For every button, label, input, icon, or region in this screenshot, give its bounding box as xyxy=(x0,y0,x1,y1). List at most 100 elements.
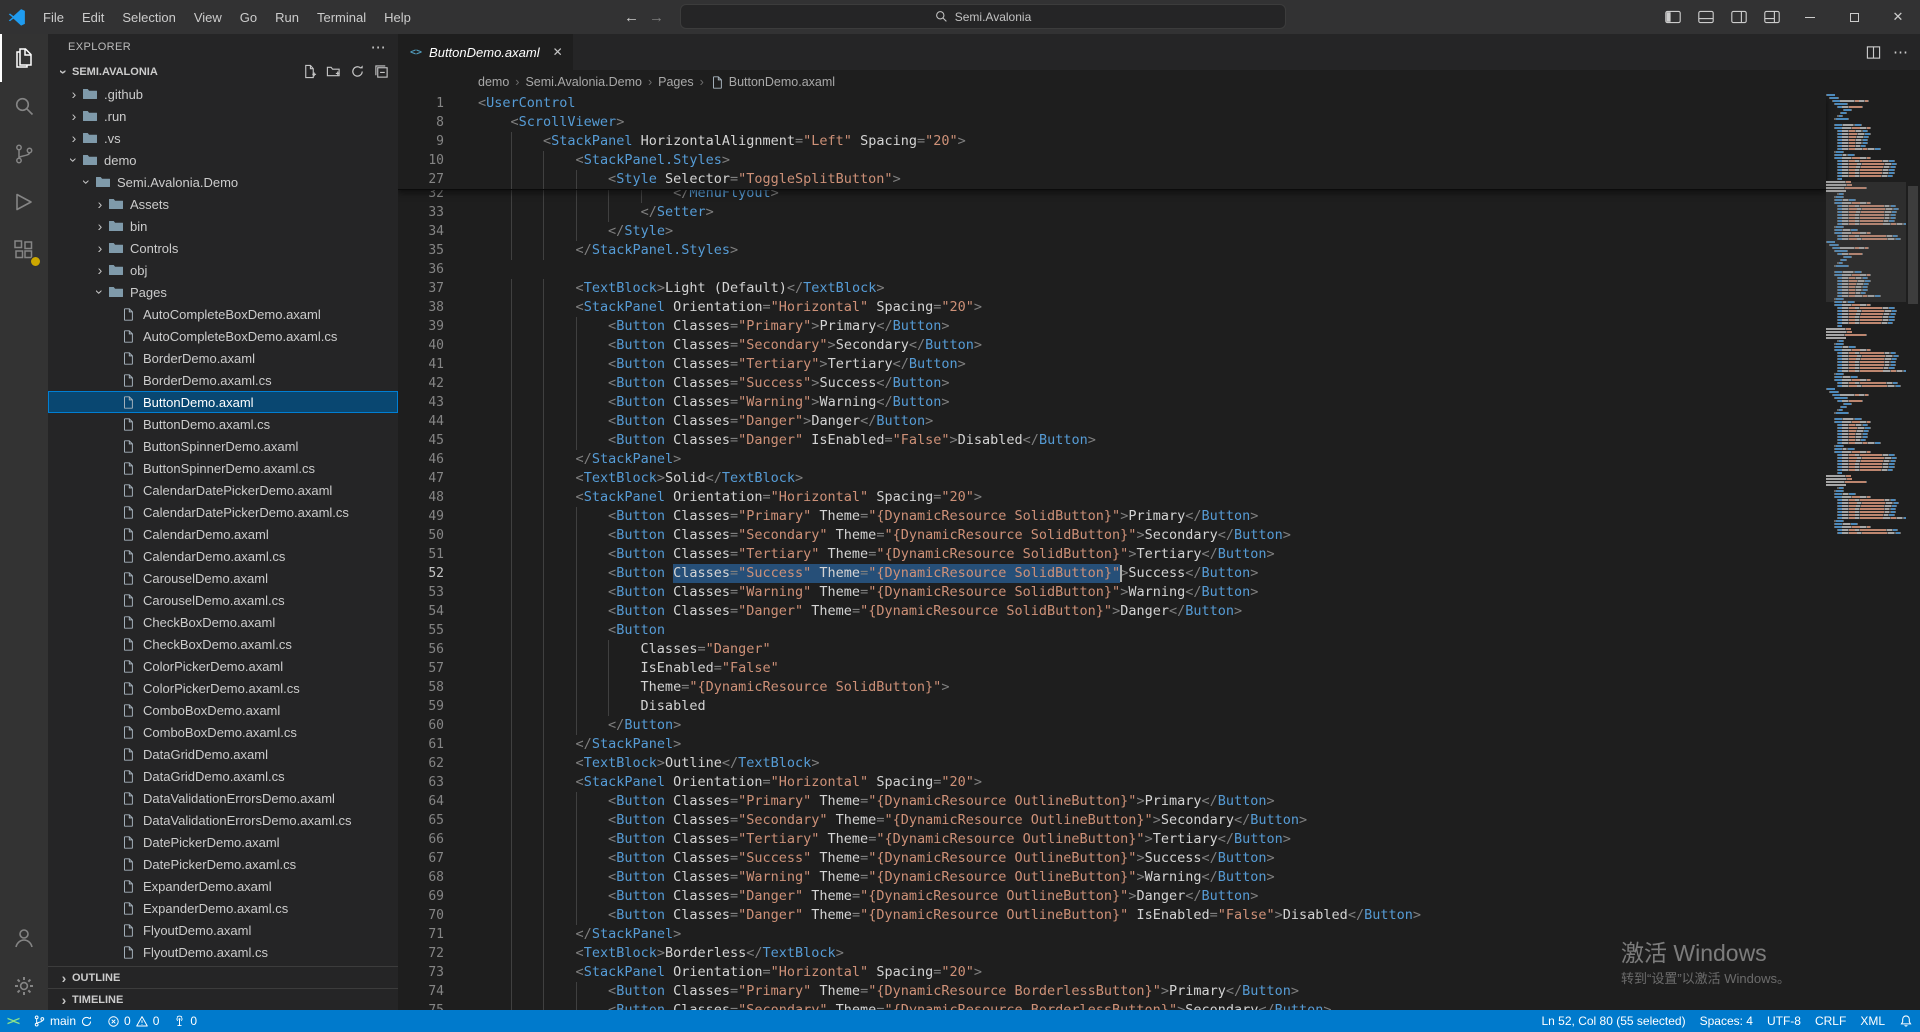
code-line-51[interactable]: 51 <Button Classes="Tertiary" Theme="{Dy… xyxy=(398,545,1826,564)
code-line-48[interactable]: 48 <StackPanel Orientation="Horizontal" … xyxy=(398,488,1826,507)
code-line-9[interactable]: 9 <StackPanel HorizontalAlignment="Left"… xyxy=(398,132,1826,151)
toggle-secondary-sidebar-icon[interactable] xyxy=(1722,0,1755,34)
code-line-58[interactable]: 58 Theme="{DynamicResource SolidButton}"… xyxy=(398,678,1826,697)
code-line-54[interactable]: 54 <Button Classes="Danger" Theme="{Dyna… xyxy=(398,602,1826,621)
menu-terminal[interactable]: Terminal xyxy=(308,0,375,34)
code-line-55[interactable]: 55 <Button xyxy=(398,621,1826,640)
tree-file-ColorPickerDemo.axaml[interactable]: ColorPickerDemo.axaml xyxy=(48,655,398,677)
code-line-8[interactable]: 8 <ScrollViewer> xyxy=(398,113,1826,132)
code-line-47[interactable]: 47 <TextBlock>Solid</TextBlock> xyxy=(398,469,1826,488)
activity-explorer-icon[interactable] xyxy=(0,34,48,82)
ports-item[interactable]: 0 xyxy=(166,1010,204,1032)
tree-file-ButtonDemo.axaml.cs[interactable]: ButtonDemo.axaml.cs xyxy=(48,413,398,435)
code-line-75[interactable]: 75 <Button Classes="Secondary" Theme="{D… xyxy=(398,1001,1826,1010)
close-button[interactable]: ✕ xyxy=(1876,0,1920,34)
code-line-50[interactable]: 50 <Button Classes="Secondary" Theme="{D… xyxy=(398,526,1826,545)
tree-folder-.vs[interactable]: ›.vs xyxy=(48,127,398,149)
code-line-52[interactable]: 52 <Button Classes="Success" Theme="{Dyn… xyxy=(398,564,1826,583)
code-line-60[interactable]: 60 </Button> xyxy=(398,716,1826,735)
tree-file-ComboBoxDemo.axaml.cs[interactable]: ComboBoxDemo.axaml.cs xyxy=(48,721,398,743)
scrollbar-thumb[interactable] xyxy=(1908,186,1918,304)
tree-file-DataValidationErrorsDemo.axaml.cs[interactable]: DataValidationErrorsDemo.axaml.cs xyxy=(48,809,398,831)
tree-file-ExpanderDemo.axaml.cs[interactable]: ExpanderDemo.axaml.cs xyxy=(48,897,398,919)
remote-indicator[interactable]: >< xyxy=(0,1010,26,1032)
account-icon[interactable] xyxy=(0,914,48,962)
code-line-62[interactable]: 62 <TextBlock>Outline</TextBlock> xyxy=(398,754,1826,773)
menu-file[interactable]: File xyxy=(34,0,73,34)
code-line-73[interactable]: 73 <StackPanel Orientation="Horizontal" … xyxy=(398,963,1826,982)
code-line-45[interactable]: 45 <Button Classes="Danger" IsEnabled="F… xyxy=(398,431,1826,450)
code-line-36[interactable]: 36 xyxy=(398,260,1826,279)
vscode-logo-icon[interactable] xyxy=(0,0,34,34)
minimize-button[interactable] xyxy=(1788,0,1832,34)
outline-section-header[interactable]: › OUTLINE xyxy=(48,966,398,988)
tree-file-CalendarDemo.axaml[interactable]: CalendarDemo.axaml xyxy=(48,523,398,545)
tree-file-BorderDemo.axaml.cs[interactable]: BorderDemo.axaml.cs xyxy=(48,369,398,391)
tree-file-ButtonSpinnerDemo.axaml[interactable]: ButtonSpinnerDemo.axaml xyxy=(48,435,398,457)
tree-file-ButtonDemo.axaml[interactable]: ButtonDemo.axaml xyxy=(48,391,398,413)
code-line-41[interactable]: 41 <Button Classes="Tertiary">Tertiary</… xyxy=(398,355,1826,374)
code-line-70[interactable]: 70 <Button Classes="Danger" Theme="{Dyna… xyxy=(398,906,1826,925)
breadcrumb-Pages[interactable]: Pages xyxy=(658,75,693,89)
tree-file-BorderDemo.axaml[interactable]: BorderDemo.axaml xyxy=(48,347,398,369)
code-line-72[interactable]: 72 <TextBlock>Borderless</TextBlock> xyxy=(398,944,1826,963)
explorer-more-actions-icon[interactable]: ⋯ xyxy=(371,38,386,56)
code-line-34[interactable]: 34 </Style> xyxy=(398,222,1826,241)
menu-run[interactable]: Run xyxy=(266,0,308,34)
menu-help[interactable]: Help xyxy=(375,0,420,34)
code-line-66[interactable]: 66 <Button Classes="Tertiary" Theme="{Dy… xyxy=(398,830,1826,849)
menu-selection[interactable]: Selection xyxy=(113,0,184,34)
eol-sequence[interactable]: CRLF xyxy=(1808,1010,1853,1032)
tree-file-CalendarDatePickerDemo.axaml.cs[interactable]: CalendarDatePickerDemo.axaml.cs xyxy=(48,501,398,523)
tree-file-ButtonSpinnerDemo.axaml.cs[interactable]: ButtonSpinnerDemo.axaml.cs xyxy=(48,457,398,479)
toggle-sidebar-icon[interactable] xyxy=(1656,0,1689,34)
command-center-search[interactable]: Semi.Avalonia xyxy=(680,4,1286,29)
code-line-49[interactable]: 49 <Button Classes="Primary" Theme="{Dyn… xyxy=(398,507,1826,526)
tree-file-CalendarDatePickerDemo.axaml[interactable]: CalendarDatePickerDemo.axaml xyxy=(48,479,398,501)
nav-back-icon[interactable]: ← xyxy=(624,9,639,26)
more-actions-icon[interactable]: ⋯ xyxy=(1893,43,1908,61)
code-line-53[interactable]: 53 <Button Classes="Warning" Theme="{Dyn… xyxy=(398,583,1826,602)
workspace-section-header[interactable]: › SEMI.AVALONIA xyxy=(48,60,398,83)
tree-folder-obj[interactable]: ›obj xyxy=(48,259,398,281)
code-editor[interactable]: 32 </MenuFlyout>33 </Setter>34 </Style>3… xyxy=(398,94,1920,1010)
settings-gear-icon[interactable] xyxy=(0,962,48,1010)
minimap[interactable] xyxy=(1826,94,1906,1010)
tree-folder-.github[interactable]: ›.github xyxy=(48,83,398,105)
code-line-42[interactable]: 42 <Button Classes="Success">Success</Bu… xyxy=(398,374,1826,393)
collapse-all-icon[interactable] xyxy=(372,63,390,81)
tree-folder-.run[interactable]: ›.run xyxy=(48,105,398,127)
code-line-44[interactable]: 44 <Button Classes="Danger">Danger</Butt… xyxy=(398,412,1826,431)
code-line-37[interactable]: 37 <TextBlock>Light (Default)</TextBlock… xyxy=(398,279,1826,298)
code-line-63[interactable]: 63 <StackPanel Orientation="Horizontal" … xyxy=(398,773,1826,792)
language-mode[interactable]: XML xyxy=(1853,1010,1892,1032)
tree-file-CheckBoxDemo.axaml.cs[interactable]: CheckBoxDemo.axaml.cs xyxy=(48,633,398,655)
tree-folder-Pages[interactable]: ›Pages xyxy=(48,281,398,303)
tree-file-AutoCompleteBoxDemo.axaml[interactable]: AutoCompleteBoxDemo.axaml xyxy=(48,303,398,325)
code-line-1[interactable]: 1<UserControl xyxy=(398,94,1826,113)
new-folder-icon[interactable] xyxy=(324,63,342,81)
menu-edit[interactable]: Edit xyxy=(73,0,113,34)
tree-folder-bin[interactable]: ›bin xyxy=(48,215,398,237)
tree-file-DatePickerDemo.axaml.cs[interactable]: DatePickerDemo.axaml.cs xyxy=(48,853,398,875)
notifications-bell[interactable] xyxy=(1892,1010,1920,1032)
tree-file-CalendarDemo.axaml.cs[interactable]: CalendarDemo.axaml.cs xyxy=(48,545,398,567)
code-line-59[interactable]: 59 Disabled xyxy=(398,697,1826,716)
code-line-10[interactable]: 10 <StackPanel.Styles> xyxy=(398,151,1826,170)
activity-run-debug-icon[interactable] xyxy=(0,178,48,226)
code-line-65[interactable]: 65 <Button Classes="Secondary" Theme="{D… xyxy=(398,811,1826,830)
menu-view[interactable]: View xyxy=(185,0,231,34)
tree-file-FlyoutDemo.axaml.cs[interactable]: FlyoutDemo.axaml.cs xyxy=(48,941,398,963)
tab-buttondemo-axaml[interactable]: <> ButtonDemo.axaml ✕ xyxy=(398,34,574,70)
tree-folder-Controls[interactable]: ›Controls xyxy=(48,237,398,259)
tab-close-icon[interactable]: ✕ xyxy=(553,45,563,59)
code-line-33[interactable]: 33 </Setter> xyxy=(398,203,1826,222)
code-line-40[interactable]: 40 <Button Classes="Secondary">Secondary… xyxy=(398,336,1826,355)
tree-file-CheckBoxDemo.axaml[interactable]: CheckBoxDemo.axaml xyxy=(48,611,398,633)
tree-file-ExpanderDemo.axaml[interactable]: ExpanderDemo.axaml xyxy=(48,875,398,897)
new-file-icon[interactable] xyxy=(300,63,318,81)
code-line-46[interactable]: 46 </StackPanel> xyxy=(398,450,1826,469)
tree-file-DatePickerDemo.axaml[interactable]: DatePickerDemo.axaml xyxy=(48,831,398,853)
menu-go[interactable]: Go xyxy=(231,0,266,34)
breadcrumb-ButtonDemo.axaml[interactable]: ButtonDemo.axaml xyxy=(710,75,835,90)
